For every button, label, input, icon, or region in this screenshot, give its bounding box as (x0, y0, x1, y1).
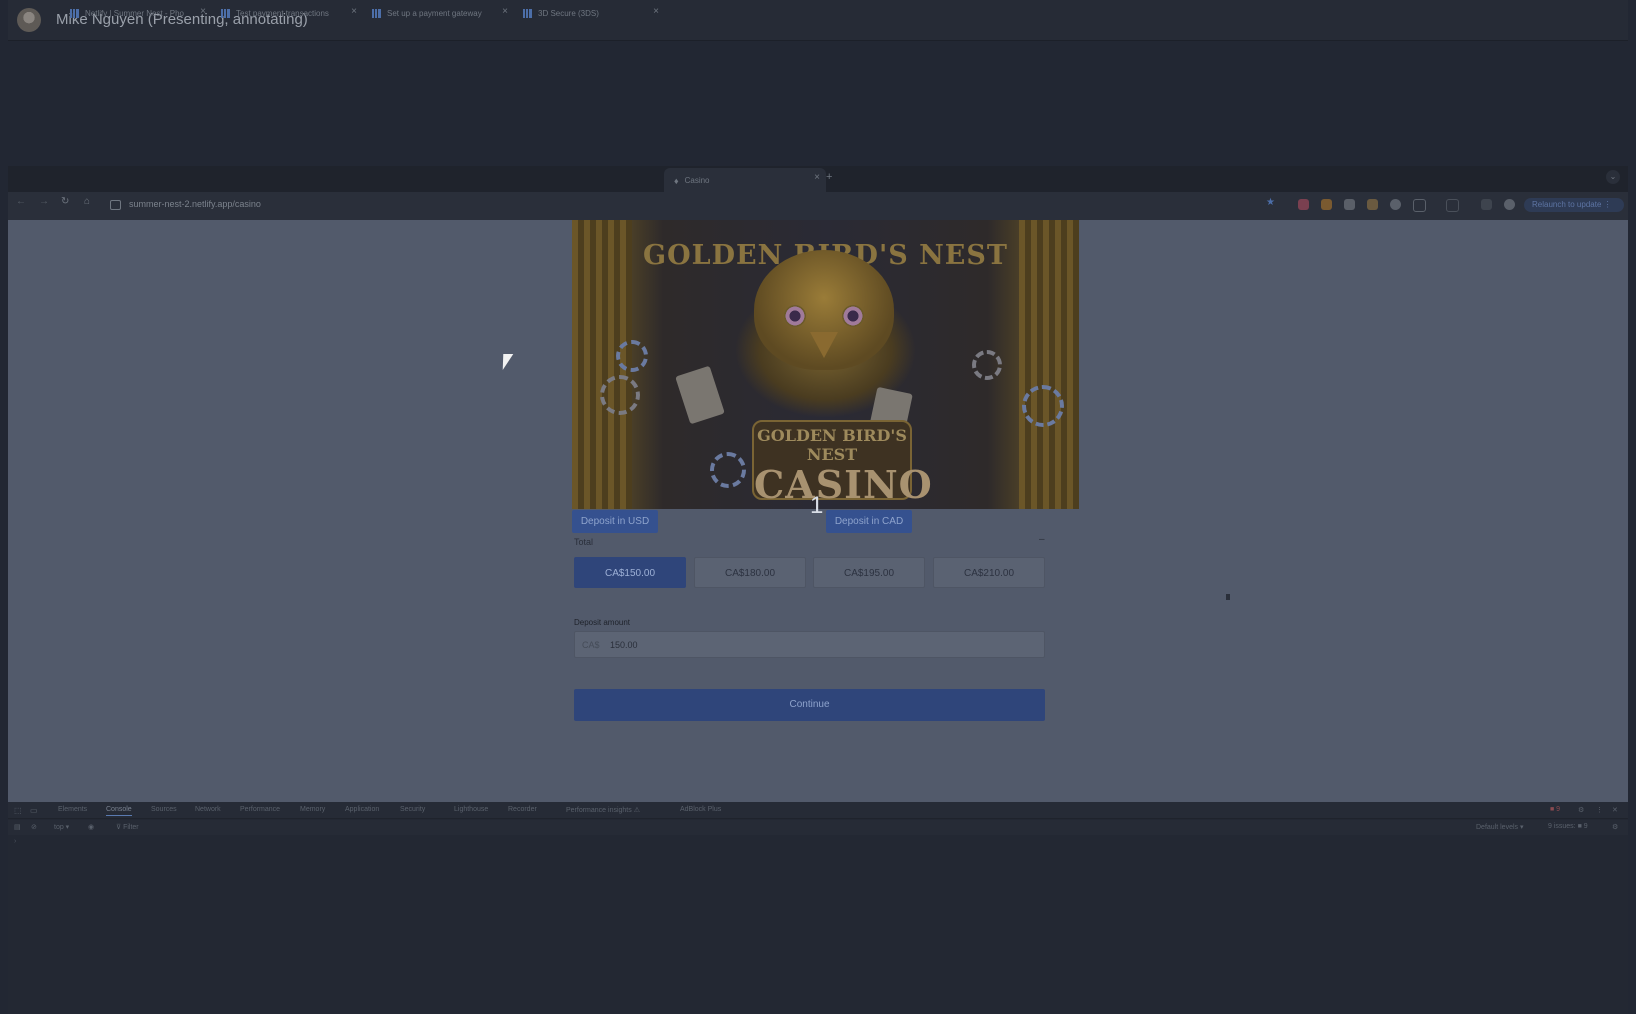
annotation-marker: 1 (810, 492, 824, 519)
tab-close-icon[interactable]: × (814, 172, 820, 183)
golden-bird-illustration (754, 250, 894, 370)
tab-label: Netlify | Summer Nest - Pho (85, 8, 184, 18)
live-expression-eye-icon[interactable]: ◉ (88, 823, 94, 831)
analytics-icon (221, 8, 230, 18)
console-settings-icon[interactable]: ⚙ (1612, 823, 1618, 831)
total-value: – (1039, 534, 1045, 545)
total-label: Total (574, 537, 594, 547)
tab-label: Casino (684, 175, 710, 185)
amount-option-150[interactable]: CA$150.00 (574, 557, 686, 588)
mouse-cursor-icon (502, 354, 514, 370)
netlify-analytics-icon (70, 8, 79, 18)
tab-label: Test payment transactions (236, 8, 329, 18)
extension-icon[interactable] (1298, 199, 1309, 210)
console-filter-input[interactable]: ⊽ Filter (116, 823, 139, 831)
tab-test-payment[interactable]: Test payment transactions × (221, 2, 357, 24)
error-count-icon[interactable]: ■ 9 (1550, 806, 1560, 813)
devtools-tab-application[interactable]: Application (345, 806, 379, 813)
deposit-amount-value[interactable]: 150.00 (610, 640, 638, 650)
amount-option-180[interactable]: CA$180.00 (694, 557, 806, 588)
bird-eye (842, 305, 864, 327)
presenter-avatar (17, 8, 41, 32)
inspect-element-icon[interactable]: ⬚ (14, 806, 22, 815)
deposit-amount-field[interactable] (574, 631, 1045, 658)
clear-console-icon[interactable]: ⊘ (31, 823, 37, 831)
devtools-close-icon[interactable]: ✕ (1612, 806, 1618, 814)
cast-icon[interactable] (1481, 199, 1492, 210)
tab-casino[interactable]: ♦ Casino × (664, 168, 826, 192)
casino-sign-subtitle: GOLDEN BIRD'S NEST (757, 426, 907, 464)
playing-card (675, 365, 725, 425)
casino-hero-image: GOLDEN BIRD'S NEST GOLDEN BIRD'S NEST CA… (572, 220, 1079, 509)
casino-favicon-icon: ♦ (674, 175, 679, 186)
devtools-tab-console[interactable]: Console (106, 806, 132, 816)
tab-label: Set up a payment gateway (387, 8, 482, 18)
poker-chip (600, 375, 640, 415)
deposit-amount-label: Deposit amount (574, 618, 631, 627)
tab-search-button[interactable]: ⌄ (1606, 170, 1620, 184)
home-icon[interactable]: ⌂ (84, 196, 90, 207)
bookmark-star-icon[interactable]: ★ (1266, 197, 1275, 208)
casino-sign-title: CASINO (754, 462, 933, 507)
context-selector[interactable]: top ▾ (54, 823, 69, 831)
relaunch-to-update-button[interactable]: Relaunch to update ⋮ (1524, 198, 1624, 212)
devtools-tab-performance-insights[interactable]: Performance insights ⚠ (566, 806, 640, 814)
deposit-usd-button[interactable]: Deposit in USD (572, 510, 658, 533)
tab-close-icon[interactable]: × (653, 6, 659, 17)
poker-chip (1022, 385, 1064, 427)
bird-eye (784, 305, 806, 327)
console-sidebar-icon[interactable]: ▤ (14, 823, 21, 831)
log-levels-dropdown[interactable]: Default levels ▾ (1476, 823, 1523, 831)
secondary-cursor-icon (1226, 594, 1230, 600)
deposit-cad-button[interactable]: Deposit in CAD (826, 510, 912, 533)
devtools-tab-lighthouse[interactable]: Lighthouse (454, 806, 488, 813)
profile-avatar-icon[interactable] (1504, 199, 1515, 210)
extension-icon[interactable] (1321, 199, 1332, 210)
sidepanel-icon[interactable] (1446, 199, 1459, 212)
tab-3d-secure[interactable]: 3D Secure (3DS) × (523, 2, 659, 24)
extension-icon[interactable] (1390, 199, 1401, 210)
devtools-tab-elements[interactable]: Elements (58, 806, 87, 813)
devtools-tab-security[interactable]: Security (400, 806, 425, 813)
new-tab-button[interactable]: + (826, 171, 832, 183)
extension-icon[interactable] (1344, 199, 1355, 210)
device-toolbar-icon[interactable]: ▭ (30, 806, 38, 815)
tab-payment-gateway[interactable]: Set up a payment gateway × (372, 2, 508, 24)
tab-close-icon[interactable]: × (351, 6, 357, 17)
address-bar[interactable]: summer-nest-2.netlify.app/casino (129, 199, 261, 209)
extensions-puzzle-icon[interactable] (1413, 199, 1426, 212)
analytics-icon (372, 8, 381, 18)
bird-beak (810, 332, 838, 358)
issues-counter[interactable]: 9 issues: ■ 9 (1548, 823, 1588, 830)
forward-icon[interactable]: → (39, 196, 49, 207)
poker-chip (710, 452, 746, 488)
tab-close-icon[interactable]: × (200, 6, 206, 17)
back-icon[interactable]: ← (16, 196, 26, 207)
analytics-icon (523, 8, 532, 18)
tab-netlify[interactable]: Netlify | Summer Nest - Pho × (70, 2, 206, 24)
console-prompt[interactable]: › (14, 838, 16, 845)
poker-chip (616, 340, 648, 372)
extension-icon[interactable] (1367, 199, 1378, 210)
casino-sign: GOLDEN BIRD'S NEST CASINO (752, 420, 932, 506)
devtools-tab-performance[interactable]: Performance (240, 806, 280, 813)
tab-close-icon[interactable]: × (502, 6, 508, 17)
continue-button[interactable]: Continue (574, 689, 1045, 721)
console-toolbar (8, 820, 1628, 835)
amount-option-210[interactable]: CA$210.00 (933, 557, 1045, 588)
devtools-tab-sources[interactable]: Sources (151, 806, 177, 813)
devtools-more-icon[interactable]: ⋮ (1596, 806, 1603, 814)
reload-icon[interactable]: ↻ (61, 196, 69, 207)
tab-label: 3D Secure (3DS) (538, 8, 599, 18)
devtools-settings-icon[interactable]: ⚙ (1578, 806, 1584, 814)
devtools-tab-network[interactable]: Network (195, 806, 221, 813)
amount-option-195[interactable]: CA$195.00 (813, 557, 925, 588)
poker-chip (972, 350, 1002, 380)
devtools-tab-adblock-plus[interactable]: AdBlock Plus (680, 806, 721, 813)
filter-placeholder: Filter (123, 824, 139, 831)
devtools-tab-recorder[interactable]: Recorder (508, 806, 537, 813)
devtools-tab-memory[interactable]: Memory (300, 806, 325, 813)
currency-prefix: CA$ (582, 640, 600, 650)
site-info-icon[interactable] (110, 200, 121, 210)
